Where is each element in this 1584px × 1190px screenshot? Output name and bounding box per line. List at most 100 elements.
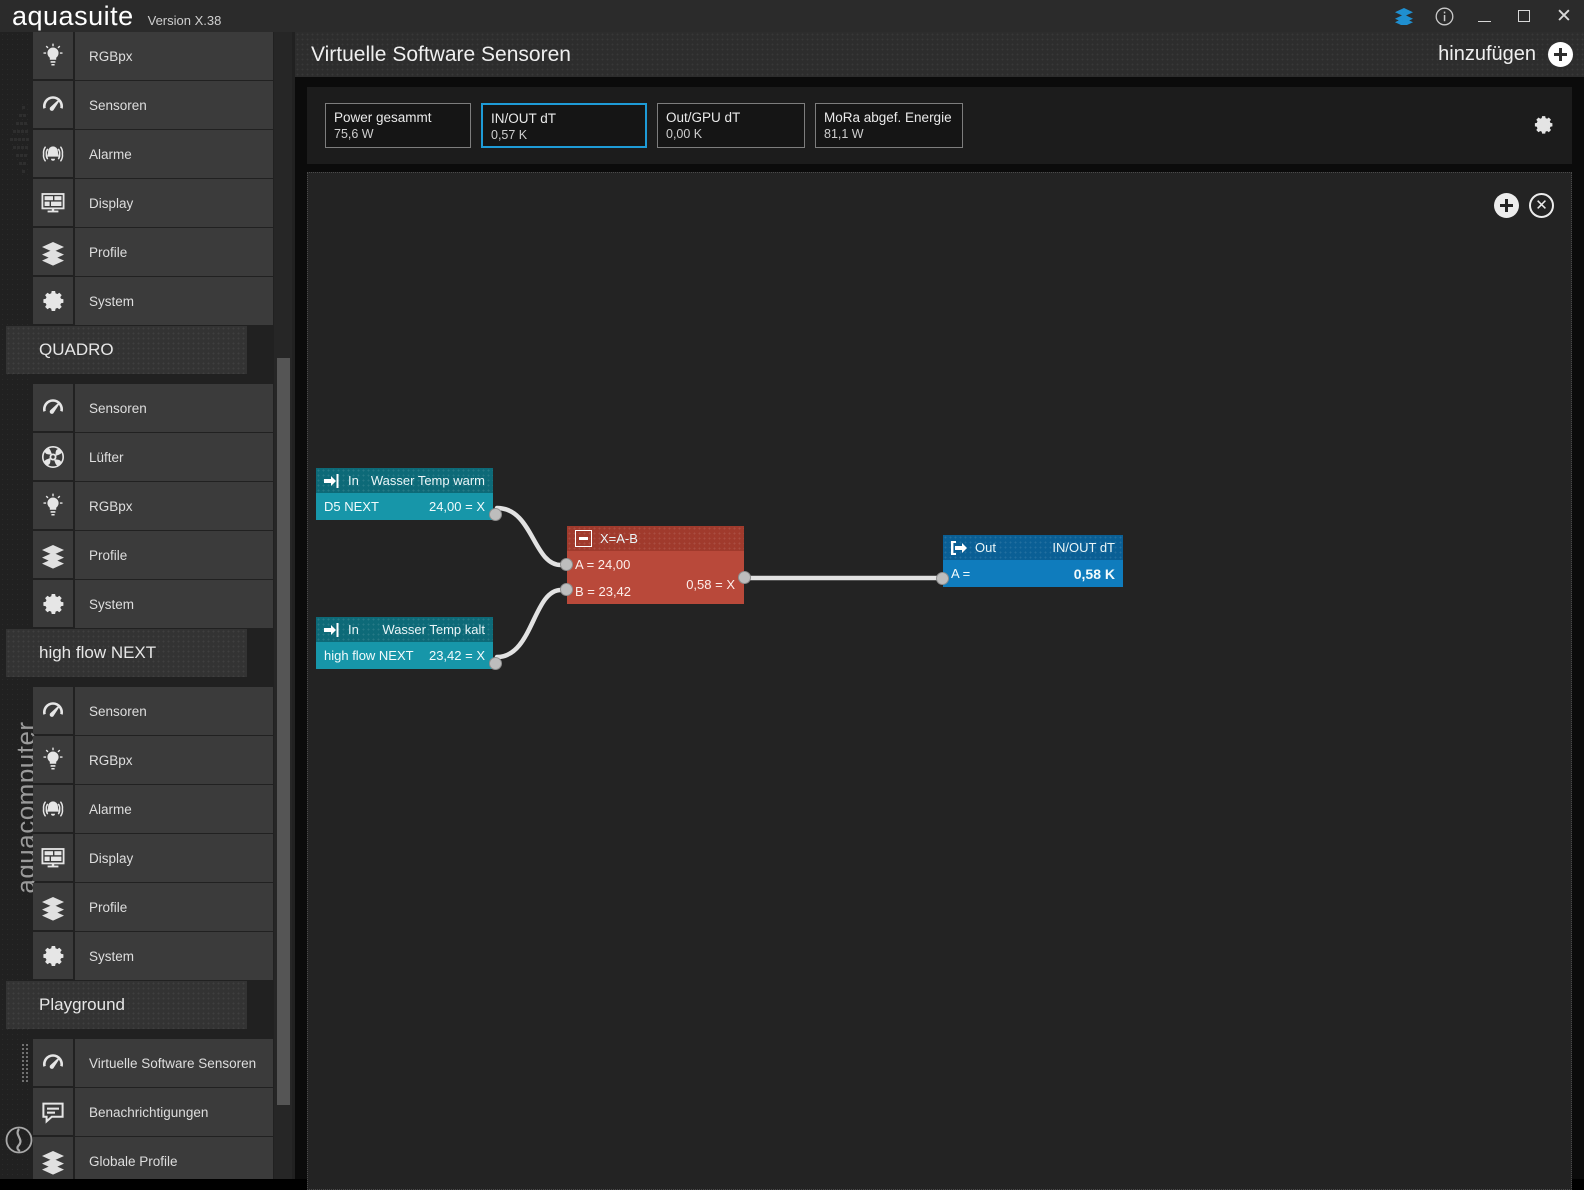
node-row: D5 NEXT 24,00 = X	[316, 493, 493, 520]
sidebar-item-label: Alarme	[75, 130, 273, 178]
node-output-port[interactable]	[738, 571, 751, 584]
sidebar-item-icon-wrap	[33, 1088, 73, 1135]
sidebar-item-rgbpx[interactable]: RGBpx	[33, 482, 273, 530]
sidebar-item-profile[interactable]: Profile	[33, 228, 273, 276]
sensor-card-strip: Power gesammt 75,6 W IN/OUT dT 0,57 K Out/GP…	[307, 87, 1572, 164]
sidebar-item-rgbpx[interactable]: RGBpx	[33, 32, 273, 80]
sensor-card-mora-abgef-energie[interactable]: MoRa abgef. Energie 81,1 W	[815, 103, 963, 148]
node-input-port-a[interactable]	[560, 558, 573, 571]
sidebar-item-icon-wrap	[33, 736, 73, 783]
layers-icon[interactable]	[1384, 0, 1424, 32]
node-input-a: A = 24,00	[575, 557, 631, 572]
info-icon[interactable]	[1424, 0, 1464, 32]
input-arrow-icon	[324, 622, 339, 637]
sidebar-item-system[interactable]: System	[33, 580, 273, 628]
sidebar-item-sensoren[interactable]: Sensoren	[33, 384, 273, 432]
sidebar-item-system[interactable]: System	[33, 277, 273, 325]
sidebar-item-label: Profile	[75, 531, 273, 579]
gear-icon[interactable]	[1529, 112, 1555, 138]
node-title: Wasser Temp warm	[370, 473, 485, 488]
node-canvas[interactable]: ✕ In Wasser Temp warm D5 NEXT 24,00 = X	[307, 172, 1572, 1190]
input-arrow-icon	[324, 473, 339, 488]
node-kind: Out	[975, 540, 996, 555]
app-brand: aquasuite	[12, 0, 134, 31]
page-title: Virtuelle Software Sensoren	[311, 42, 571, 66]
sidebar-item-display[interactable]: Display	[33, 834, 273, 882]
node-calc-subtract[interactable]: X=A-B A = 24,00 B = 23,42 0,58 = X	[560, 526, 751, 604]
sidebar-item-profile[interactable]: Profile	[33, 883, 273, 931]
sidebar-item-label: System	[75, 932, 273, 980]
sidebar-item-benachrichtigungen[interactable]: Benachrichtigungen	[33, 1088, 273, 1136]
sidebar-item-alarme[interactable]: Alarme	[33, 130, 273, 178]
sensor-card-name: Out/GPU dT	[666, 110, 741, 125]
minimize-icon[interactable]	[1464, 0, 1504, 32]
node-title: Wasser Temp kalt	[382, 622, 485, 637]
node-in-wasser-temp-kalt[interactable]: In Wasser Temp kalt high flow NEXT 23,42…	[316, 617, 502, 670]
sidebar-group-header-quadro[interactable]: QUADRO	[6, 326, 247, 374]
node-input-port-b[interactable]	[560, 583, 573, 596]
output-arrow-icon	[951, 540, 967, 555]
close-icon[interactable]: ✕	[1544, 0, 1584, 32]
sidebar-item-icon-wrap	[33, 32, 73, 79]
sidebar-item-icon-wrap	[33, 81, 73, 128]
sidebar-item-label: Display	[75, 179, 273, 227]
sensor-card-name: Power gesammt	[334, 110, 432, 125]
sidebar-item-alarme[interactable]: Alarme	[33, 785, 273, 833]
sidebar-item-l-fter[interactable]: Lüfter	[33, 433, 273, 481]
plus-circle-icon[interactable]	[1548, 42, 1573, 67]
fan-icon	[42, 445, 64, 468]
sidebar-group-header-high-flow-next[interactable]: high flow NEXT	[6, 629, 247, 677]
node-out-in-out-dt[interactable]: Out IN/OUT dT A = 0,58 K	[936, 535, 1123, 587]
sidebar-scrollbar-thumb[interactable]	[277, 358, 290, 1105]
gear-icon	[43, 593, 64, 614]
gauge-icon	[42, 95, 64, 111]
sensor-card-name: MoRa abgef. Energie	[824, 110, 952, 125]
add-button-label[interactable]: hinzufügen	[1438, 43, 1536, 66]
page-header: Virtuelle Software Sensoren hinzufügen	[295, 32, 1584, 77]
node-input-b: B = 23,42	[575, 584, 632, 599]
sidebar-item-label: Sensoren	[75, 687, 273, 735]
monitor-icon	[41, 192, 65, 212]
node-in-wasser-temp-warm[interactable]: In Wasser Temp warm D5 NEXT 24,00 = X	[316, 468, 502, 521]
gauge-icon	[42, 701, 64, 717]
node-input-port[interactable]	[936, 572, 949, 585]
sidebar-item-sensoren[interactable]: Sensoren	[33, 81, 273, 129]
sidebar-item-label: Display	[75, 834, 273, 882]
bell-icon	[42, 800, 64, 817]
sidebar-item-label: Profile	[75, 883, 273, 931]
canvas-toolbar: ✕	[1494, 193, 1554, 218]
sidebar-item-display[interactable]: Display	[33, 179, 273, 227]
sidebar-item-icon-wrap	[33, 1039, 73, 1086]
sidebar-item-label: Virtuelle Software Sensoren	[75, 1039, 273, 1087]
sidebar-item-globale-profile[interactable]: Globale Profile	[33, 1137, 273, 1179]
aquacomputer-logo-icon	[5, 1126, 33, 1154]
node-output-port[interactable]	[489, 657, 502, 670]
maximize-icon[interactable]	[1504, 0, 1544, 32]
sidebar-group-label: QUADRO	[39, 340, 114, 359]
sidebar-item-label: System	[75, 277, 273, 325]
sidebar-item-rgbpx[interactable]: RGBpx	[33, 736, 273, 784]
sidebar-item-profile[interactable]: Profile	[33, 531, 273, 579]
sensor-card-out-gpu-dt[interactable]: Out/GPU dT 0,00 K	[657, 103, 805, 148]
sensor-card-value: 75,6 W	[334, 127, 374, 141]
close-circle-icon[interactable]: ✕	[1529, 193, 1554, 218]
sensor-card-name: IN/OUT dT	[491, 111, 557, 126]
sidebar-item-system[interactable]: System	[33, 932, 273, 980]
sidebar-item-sensoren[interactable]: Sensoren	[33, 687, 273, 735]
selection-indicator	[21, 1043, 29, 1083]
sidebar-item-icon-wrap	[33, 179, 73, 226]
node-output-port[interactable]	[489, 508, 502, 521]
sidebar-item-icon-wrap	[33, 531, 73, 578]
sidebar-item-label: RGBpx	[75, 32, 273, 80]
node-value: 24,00 = X	[428, 499, 485, 514]
sensor-card-power-gesammt[interactable]: Power gesammt 75,6 W	[325, 103, 471, 148]
sensor-card-in-out-dt[interactable]: IN/OUT dT 0,57 K	[481, 103, 647, 148]
plus-circle-icon[interactable]	[1494, 193, 1519, 218]
sensor-card-value: 0,57 K	[491, 128, 528, 142]
sidebar-group-header-playground[interactable]: Playground	[6, 981, 247, 1029]
sidebar-item-virtuelle-software-sensoren[interactable]: Virtuelle Software Sensoren	[21, 1039, 273, 1087]
node-title: IN/OUT dT	[1052, 540, 1115, 555]
node-kind: In	[348, 473, 359, 488]
main-pane: Virtuelle Software Sensoren hinzufügen P…	[295, 32, 1584, 1190]
